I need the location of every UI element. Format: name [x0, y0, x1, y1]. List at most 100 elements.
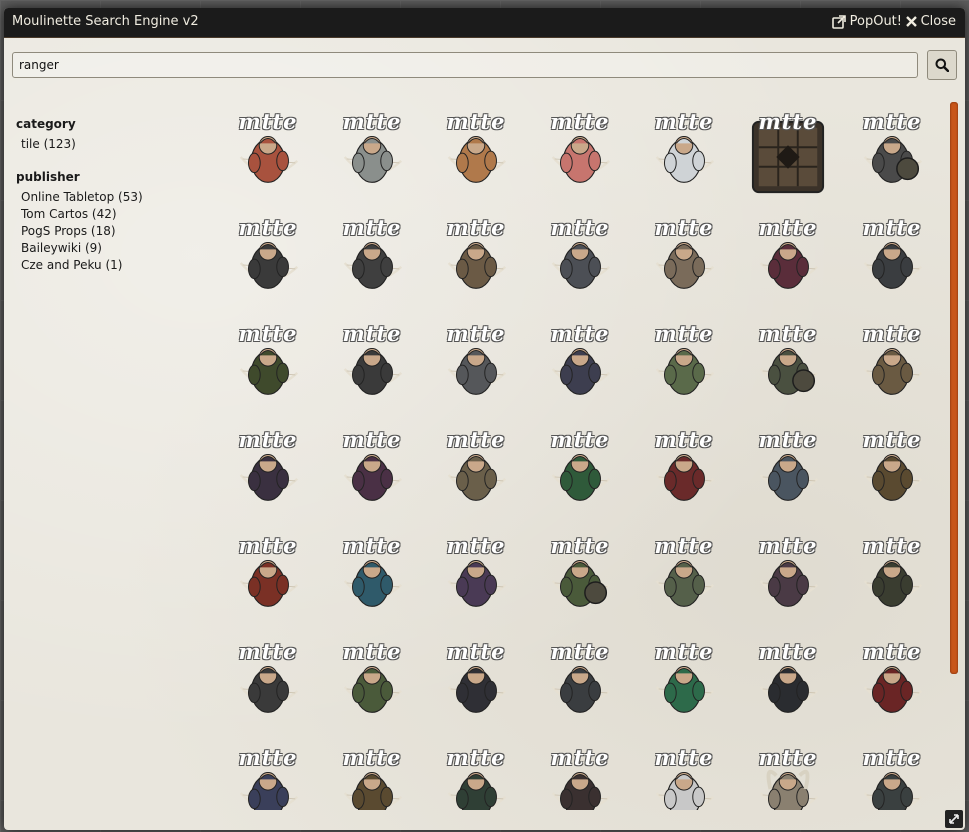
close-button[interactable]: Close — [905, 14, 956, 29]
token-thumbnail — [343, 666, 403, 713]
results-scrollbar[interactable] — [950, 102, 958, 674]
facet-item-pogs-props[interactable]: PogS Props (18) — [21, 223, 206, 240]
result-tile[interactable]: mtte — [840, 634, 944, 740]
result-tile[interactable]: mtte — [736, 104, 840, 210]
token-thumbnail — [239, 348, 299, 395]
result-tile[interactable]: mtte — [424, 422, 528, 528]
result-tile[interactable]: mtte — [216, 740, 320, 810]
token-thumbnail — [863, 560, 923, 607]
token-thumbnail — [343, 136, 403, 183]
token-thumbnail — [759, 454, 819, 501]
result-tile[interactable]: mtte — [840, 210, 944, 316]
token-thumbnail — [239, 136, 299, 183]
result-tile[interactable]: mtte — [424, 740, 528, 810]
result-tile[interactable]: mtte — [424, 104, 528, 210]
result-tile[interactable]: mtte — [216, 316, 320, 422]
popout-label: PopOut! — [849, 14, 902, 29]
token-thumbnail — [447, 560, 507, 607]
facet-title-category: category — [16, 117, 76, 131]
search-button[interactable] — [927, 50, 957, 80]
result-tile[interactable]: mtte — [632, 528, 736, 634]
facet-title-publisher: publisher — [16, 170, 80, 184]
result-tile[interactable]: mtte — [216, 104, 320, 210]
token-thumbnail — [551, 772, 611, 810]
result-tile[interactable]: mtte — [528, 634, 632, 740]
result-tile[interactable]: mtte — [320, 422, 424, 528]
result-tile[interactable]: mtte — [424, 634, 528, 740]
result-tile[interactable]: mtte — [424, 210, 528, 316]
result-tile[interactable]: mtte — [424, 316, 528, 422]
token-thumbnail — [551, 348, 611, 395]
result-tile[interactable]: mtte — [840, 740, 944, 810]
result-tile[interactable]: mtte — [840, 528, 944, 634]
result-tile[interactable]: mtte — [840, 422, 944, 528]
result-tile[interactable]: mtte — [528, 104, 632, 210]
result-tile[interactable]: mtte — [320, 634, 424, 740]
token-thumbnail — [239, 666, 299, 713]
result-tile[interactable]: mtte — [632, 634, 736, 740]
result-tile[interactable]: mtte — [736, 740, 840, 810]
result-tile[interactable]: mtte — [216, 210, 320, 316]
token-thumbnail — [447, 772, 507, 810]
token-thumbnail — [655, 136, 715, 183]
result-tile[interactable]: mtte — [320, 210, 424, 316]
token-thumbnail — [447, 666, 507, 713]
token-thumbnail — [655, 666, 715, 713]
token-thumbnail — [863, 348, 923, 395]
resize-icon — [949, 814, 959, 824]
resize-handle[interactable] — [945, 810, 963, 828]
result-tile[interactable]: mtte — [632, 210, 736, 316]
token-thumbnail — [239, 454, 299, 501]
result-tile[interactable]: mtte — [736, 316, 840, 422]
result-tile[interactable]: mtte — [736, 210, 840, 316]
result-tile[interactable]: mtte — [632, 422, 736, 528]
result-tile[interactable]: mtte — [528, 210, 632, 316]
search-input[interactable] — [12, 52, 918, 78]
token-thumbnail — [863, 666, 923, 713]
result-tile[interactable]: mtte — [320, 104, 424, 210]
result-tile[interactable]: mtte — [632, 740, 736, 810]
token-thumbnail — [239, 772, 299, 810]
token-thumbnail — [343, 772, 403, 810]
token-thumbnail — [447, 454, 507, 501]
popout-button[interactable]: PopOut! — [831, 14, 902, 29]
token-thumbnail — [551, 666, 611, 713]
result-tile[interactable]: mtte — [632, 104, 736, 210]
result-tile[interactable]: mtte — [528, 422, 632, 528]
search-bar — [12, 50, 957, 80]
result-tile[interactable]: mtte — [528, 528, 632, 634]
result-tile[interactable]: mtte — [736, 528, 840, 634]
result-tile[interactable]: mtte — [320, 528, 424, 634]
result-tile[interactable]: mtte — [216, 528, 320, 634]
facet-item-cze-and-peku[interactable]: Cze and Peku (1) — [21, 257, 206, 274]
token-thumbnail — [655, 348, 715, 395]
result-tile[interactable]: mtte — [528, 316, 632, 422]
search-engine-window: Moulinette Search Engine v2 PopOut! Clos… — [4, 8, 965, 830]
result-tile[interactable]: mtte — [320, 316, 424, 422]
token-thumbnail — [655, 242, 715, 289]
result-tile[interactable]: mtte — [528, 740, 632, 810]
token-thumbnail — [447, 242, 507, 289]
token-thumbnail — [239, 242, 299, 289]
token-thumbnail — [863, 772, 923, 810]
results-grid: mtte mtte mtte mtte mtte mtte mtte mtte … — [216, 104, 944, 810]
result-tile[interactable]: mtte — [840, 316, 944, 422]
result-tile[interactable]: mtte — [736, 422, 840, 528]
facet-item-baileywiki[interactable]: Baileywiki (9) — [21, 240, 206, 257]
result-tile[interactable]: mtte — [320, 740, 424, 810]
result-tile[interactable]: mtte — [736, 634, 840, 740]
token-thumbnail — [343, 454, 403, 501]
facet-item-online-tabletop[interactable]: Online Tabletop (53) — [21, 189, 206, 206]
result-tile[interactable]: mtte — [632, 316, 736, 422]
window-titlebar[interactable]: Moulinette Search Engine v2 PopOut! Clos… — [4, 8, 965, 38]
result-tile[interactable]: mtte — [840, 104, 944, 210]
result-tile[interactable]: mtte — [216, 634, 320, 740]
window-title: Moulinette Search Engine v2 — [12, 14, 199, 29]
result-tile[interactable]: mtte — [424, 528, 528, 634]
search-icon — [935, 58, 949, 72]
token-thumbnail — [239, 560, 299, 607]
close-label: Close — [920, 14, 956, 29]
facet-item-tom-cartos[interactable]: Tom Cartos (42) — [21, 206, 206, 223]
result-tile[interactable]: mtte — [216, 422, 320, 528]
facet-item-tile[interactable]: tile (123) — [21, 136, 206, 153]
